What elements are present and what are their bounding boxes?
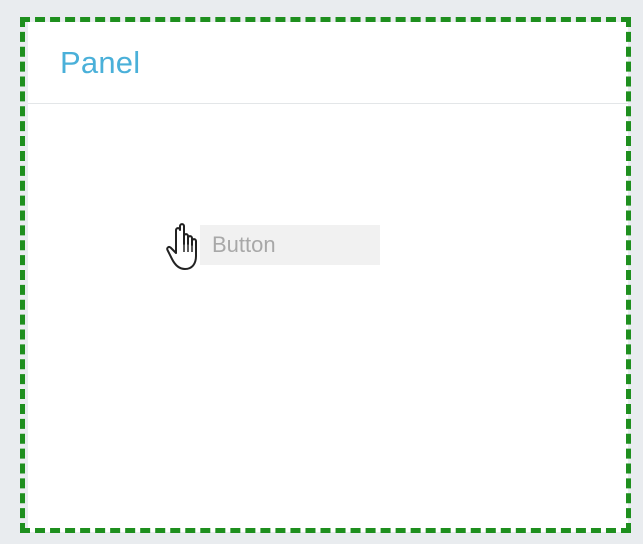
panel: Panel Button: [28, 22, 628, 532]
panel-title: Panel: [60, 45, 141, 80]
dragged-button[interactable]: Button: [200, 225, 380, 265]
panel-body: [28, 104, 628, 532]
panel-header: Panel: [28, 22, 628, 104]
canvas: Panel Button: [0, 0, 643, 544]
